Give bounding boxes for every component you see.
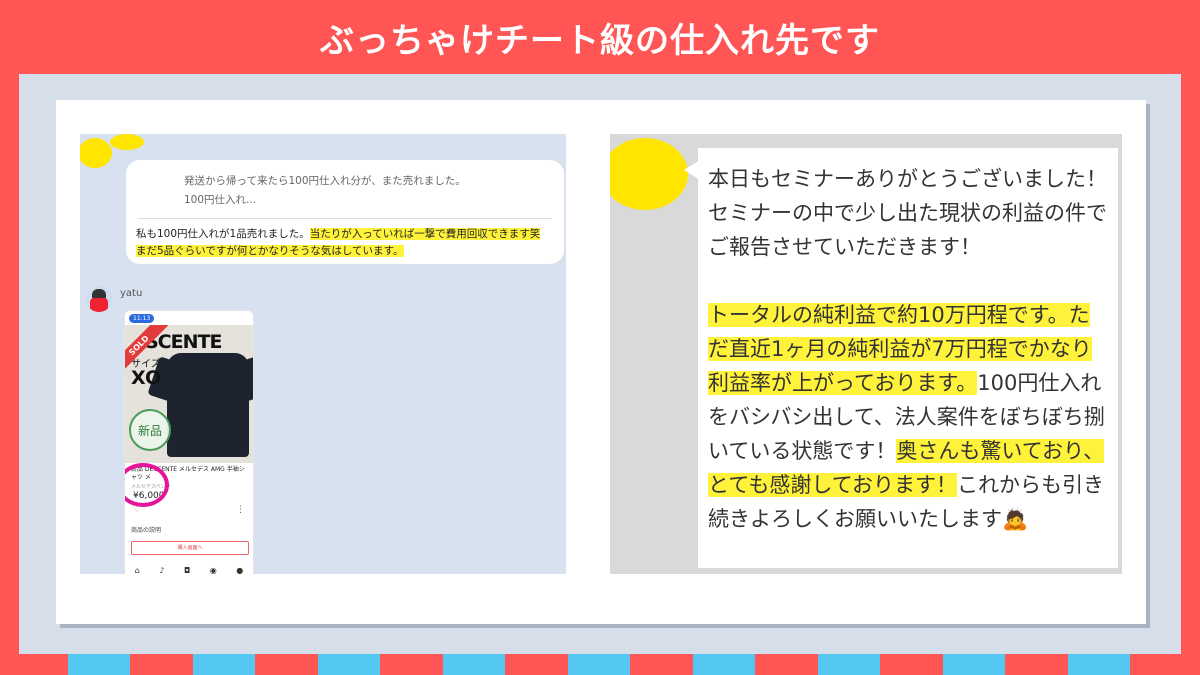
content-card: 発送から帰って来たら100円仕入れ分が、また売れました。 100円仕入れ... … [56,100,1146,624]
phone-screenshot-image[interactable]: 11:13 SCENTE サイズ XO SOLD 新品 新品 DESCENTE … [124,310,254,574]
message-bubble: 本日もセミナーありがとうございました！セミナーの中で少し出た現状の利益の件でご報… [698,148,1118,568]
bottom-stripe [0,654,1200,675]
message-paragraph: 本日もセミナーありがとうございました！セミナーの中で少し出た現状の利益の件でご報… [708,167,1107,259]
quoted-line: 100円仕入れ... [184,194,257,206]
camera-icon[interactable]: ◘ [184,566,190,574]
avatar[interactable] [86,286,112,312]
buy-button[interactable]: 購入画面へ [131,541,249,555]
coin-icon[interactable]: ◉ [210,566,217,574]
bottom-nav: ⌂ ♪ ◘ ◉ ● [125,566,253,574]
quoted-line: 発送から帰って来たら100円仕入れ分が、また売れました。 [184,175,466,187]
name-mask-blob [110,134,144,150]
avatar-mask-blob [80,138,112,168]
user-icon[interactable]: ● [236,566,243,574]
divider [138,218,552,219]
size-value: XO [131,367,162,389]
username: yatu [120,288,143,299]
heart-icon[interactable]: ♡ [133,505,141,515]
message-text: 本日もセミナーありがとうございました！セミナーの中で少し出た現状の利益の件でご報… [708,162,1108,536]
product-photo: SCENTE サイズ XO SOLD 新品 [125,325,253,463]
reply-message: 私も100円仕入れが1品売れました。当たりが入っていれば一撃で費用回収できます笑… [136,226,541,260]
right-chat-screenshot: 本日もセミナーありがとうございました！セミナーの中で少し出た現状の利益の件でご報… [610,134,1122,574]
quoted-message: 発送から帰って来たら100円仕入れ分が、また売れました。 100円仕入れ... [184,172,466,210]
description-label: 商品の説明 [131,527,162,534]
status-time: 11:13 [129,314,155,323]
bell-icon[interactable]: ♪ [159,566,164,574]
condition-badge: 新品 [129,409,171,451]
avatar-mask-blob [610,138,688,210]
message-text: 私も100円仕入れが1品売れました。 [136,228,310,240]
highlighted-text: 当たりが入っていれば一撃で費用回収できます笑 [309,228,541,240]
left-chat-screenshot: 発送から帰って来たら100円仕入れ分が、また売れました。 100円仕入れ... … [80,134,566,574]
page-title: ぶっちゃけチート級の仕入れ先です [320,20,880,61]
home-icon[interactable]: ⌂ [135,566,140,574]
shirt-image [167,353,249,457]
more-icon[interactable]: ⋮ [236,505,245,515]
reply-bubble: 発送から帰って来たら100円仕入れ分が、また売れました。 100円仕入れ... … [126,160,564,264]
highlighted-text: まだ5品ぐらいですが何とかなりそうな気はしています。 [136,245,404,257]
